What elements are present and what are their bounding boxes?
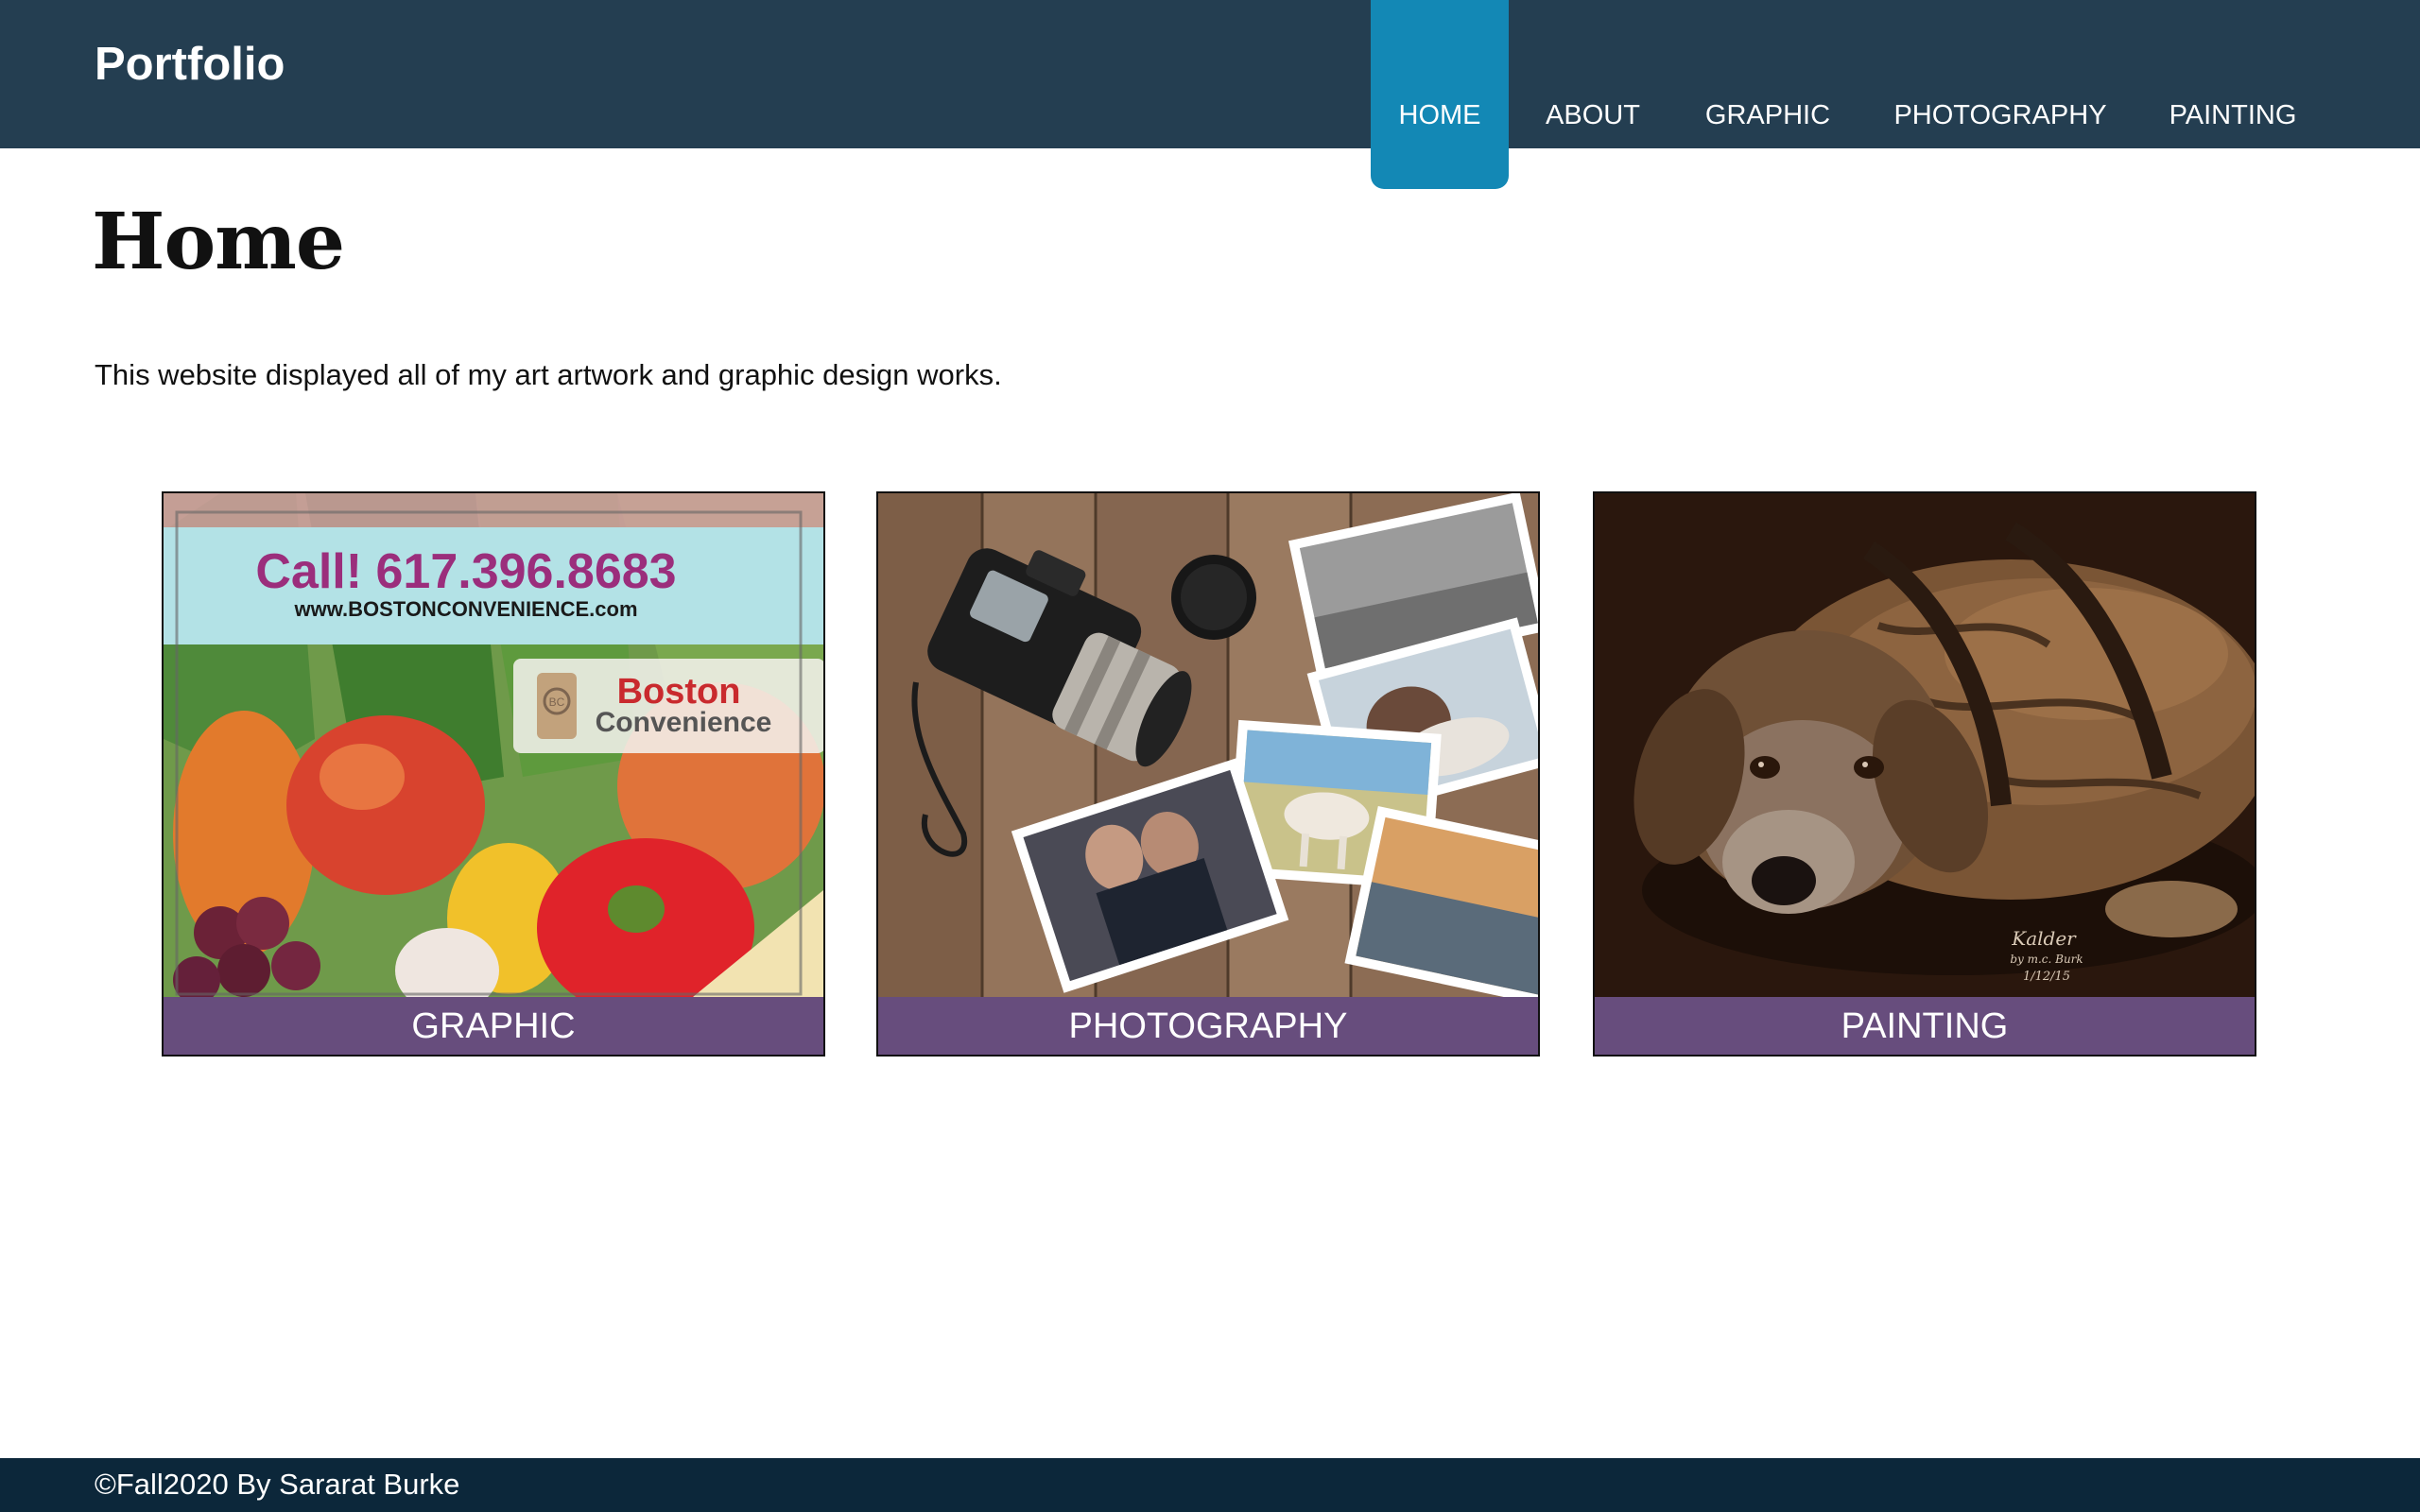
photography-thumbnail-image xyxy=(878,493,1538,997)
page-title: Home xyxy=(92,197,345,287)
footer-copyright: ©Fall2020 By Sararat Burke xyxy=(95,1468,460,1501)
card-photography[interactable]: PHOTOGRAPHY xyxy=(876,491,1540,1057)
card-graphic[interactable]: Call! 617.396.8683 www.BOSTONCONVENIENCE… xyxy=(162,491,825,1057)
main-nav: HOME ABOUT GRAPHIC PHOTOGRAPHY PAINTING xyxy=(0,0,2420,189)
nav-graphic[interactable]: GRAPHIC xyxy=(1692,0,1843,148)
painting-signature-line2: by m.c. Burk xyxy=(2010,953,2083,966)
painting-thumbnail-image: Kalder by m.c. Burk 1/12/15 xyxy=(1595,493,2255,997)
card-painting[interactable]: Kalder by m.c. Burk 1/12/15 PAINTING xyxy=(1593,491,2256,1057)
painting-signature-line1: Kalder xyxy=(2011,927,2077,950)
site-footer: ©Fall2020 By Sararat Burke xyxy=(0,1458,2420,1512)
graphic-phone-text: Call! 617.396.8683 xyxy=(255,544,676,599)
card-label-painting: PAINTING xyxy=(1595,997,2255,1055)
card-label-graphic: GRAPHIC xyxy=(164,997,823,1055)
nav-painting[interactable]: PAINTING xyxy=(2157,0,2308,148)
nav-home[interactable]: HOME xyxy=(1371,0,1509,189)
graphic-thumbnail-image: Call! 617.396.8683 www.BOSTONCONVENIENCE… xyxy=(164,493,823,997)
nav-about[interactable]: ABOUT xyxy=(1524,0,1662,148)
graphic-url-text: www.BOSTONCONVENIENCE.com xyxy=(293,597,637,621)
graphic-logo-badge: BC xyxy=(549,696,565,709)
painting-signature-line3: 1/12/15 xyxy=(2023,970,2070,984)
site-header: Portfolio HOME ABOUT GRAPHIC PHOTOGRAPHY… xyxy=(0,0,2420,189)
nav-photography[interactable]: PHOTOGRAPHY xyxy=(1881,0,2119,148)
graphic-logo-line2: Convenience xyxy=(596,707,772,738)
intro-text: This website displayed all of my art art… xyxy=(95,358,1002,391)
card-label-photography: PHOTOGRAPHY xyxy=(878,997,1538,1055)
graphic-logo-line1: Boston xyxy=(617,672,741,712)
